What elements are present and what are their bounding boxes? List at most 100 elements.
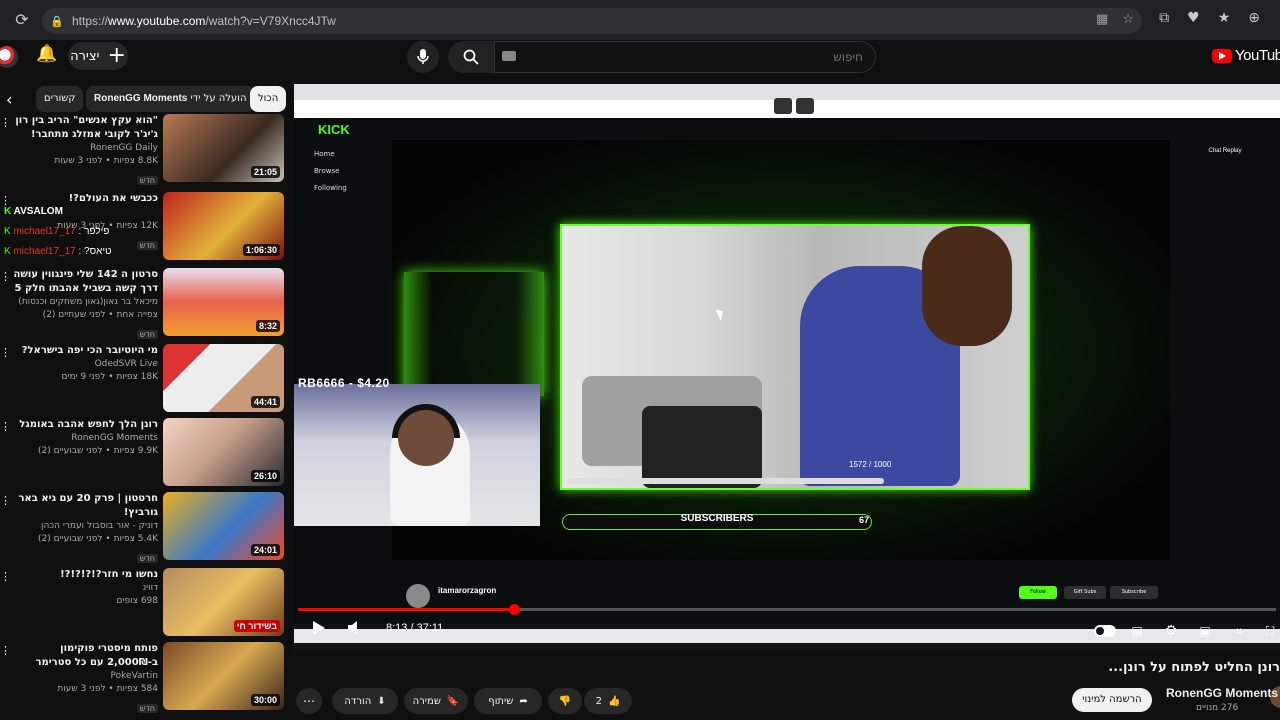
video-title[interactable]: סרטון ה 142 שלי פינגווין עושה דרך קשה בש… (10, 268, 158, 296)
more-options-icon[interactable]: ⋮ (0, 570, 11, 583)
chip-related[interactable]: קשורים (36, 86, 84, 112)
video-title[interactable]: מי היוטיובר הכי יפה בישראל? (10, 344, 158, 358)
address-bar[interactable]: 🔒 https://www.youtube.com/watch?v=V79Xnc… (42, 8, 1142, 34)
recommendation-item[interactable]: ⋮ רונן הלך לחפש אהבה באומגל RonenGG Mome… (0, 418, 290, 490)
channel-name[interactable]: PokeVartin (10, 670, 158, 683)
recommendation-item[interactable]: ⋮ נחשו מי חזר?!?!?!?! דווינ 698 צופים בש… (0, 568, 290, 640)
autoplay-toggle[interactable] (1094, 625, 1116, 637)
video-title[interactable]: רונן הלך לחפש אהבה באומגל (10, 418, 158, 432)
more-options-icon[interactable]: ⋮ (0, 644, 11, 657)
bookmark-star-icon[interactable]: ☆ (1122, 12, 1134, 27)
video-thumbnail[interactable]: בשידור חי (163, 568, 284, 636)
video-title[interactable]: ככבשי את העולם?! (10, 192, 158, 206)
recommendation-item[interactable]: ⋮ מי היוטיובר הכי יפה בישראל? OdedSVR Li… (0, 344, 290, 416)
dislike-button[interactable]: 👎 (548, 688, 582, 714)
share-label: שיתוף (488, 695, 514, 707)
save-button[interactable]: שמירה 🔖 (404, 688, 468, 714)
chat-replay-header: Chat Replay (1208, 148, 1242, 154)
chip-all[interactable]: הכול (250, 86, 287, 112)
video-thumbnail[interactable]: 30:00 (163, 642, 284, 710)
create-button[interactable]: יצירה + (68, 42, 128, 70)
more-options-icon[interactable]: ⋮ (0, 346, 11, 359)
more-options-icon[interactable]: ⋮ (0, 420, 11, 433)
subtitles-icon[interactable]: ▤ (1126, 620, 1148, 642)
channel-name[interactable]: RonenGG Moments (10, 432, 158, 445)
video-player[interactable]: KICK Home Browse Following 1572 / 1000 S… (294, 84, 1280, 652)
video-frame[interactable]: KICK Home Browse Following 1572 / 1000 S… (294, 84, 1280, 624)
chip-uploaded-by[interactable]: RonenGG Moments הועלה על ידי (86, 86, 255, 112)
camera-border (560, 224, 1030, 490)
new-badge: חדש (136, 241, 158, 250)
video-thumbnail[interactable]: 1:06:30 (163, 192, 284, 260)
recommendation-item[interactable]: ⋮ פותח מיסטרי פוקימון ב-2,000₪ עם כל סטר… (0, 642, 290, 714)
share-button[interactable]: שיתוף ➦ (474, 688, 542, 714)
notifications-bell-icon[interactable]: 🔔 (36, 44, 58, 68)
video-title[interactable]: חרטטון | פרק 20 עם גיא באר גורביץ! (10, 492, 159, 520)
channel-name[interactable]: OdedSVR Live (10, 358, 158, 371)
recommendation-item[interactable]: ⋮ סרטון ה 142 שלי פינגווין עושה דרך קשה … (0, 268, 290, 340)
donation-ticker: RB6666 - $4.20 (298, 376, 390, 390)
collections-icon[interactable]: ⊕ (1248, 10, 1260, 26)
video-thumbnail[interactable]: 24:01 (163, 492, 284, 560)
volume-button[interactable] (344, 620, 366, 642)
youtube-play-icon (1212, 48, 1232, 63)
miniplayer-button-icon[interactable]: ▣ (1194, 620, 1216, 642)
like-button[interactable]: 2 👍 (584, 688, 632, 714)
channel-name[interactable]: דוניק - אור בוסבול ועמרי הכהן (10, 520, 158, 533)
settings-gear-icon[interactable]: ⚙ (1160, 620, 1182, 642)
channel-name[interactable]: דווינ (10, 582, 158, 595)
overlay-chat-line: K michael17_17 : פילפר (4, 226, 110, 237)
video-stats: צפייה אחת • לפני שעתיים (2) (42, 310, 158, 320)
video-title[interactable]: נחשו מי חזר?!?!?!?! (10, 568, 158, 582)
inner-gift-button: Gift Subs (1064, 586, 1106, 599)
seek-bar[interactable] (298, 604, 1276, 615)
search-icon (463, 49, 479, 65)
cast-icon[interactable]: ⌗ (1228, 620, 1250, 642)
more-options-icon[interactable]: ⋮ (0, 116, 11, 129)
video-title[interactable]: "הוא עקץ אנשים" הריב בין רון ג'יג'ר לקוב… (10, 114, 158, 142)
channel-name[interactable]: מיכאל בר גאון(גאון משחקים וכנסות) (10, 296, 158, 309)
picture-in-picture-icon[interactable] (796, 98, 814, 114)
new-badge: חדש (136, 330, 158, 339)
chevron-left-icon[interactable]: ‹ (6, 90, 20, 109)
video-stats: 8.8K צפיות • לפני 3 שעות (54, 156, 158, 166)
fullscreen-icon[interactable]: ⛶ (1260, 620, 1280, 642)
video-thumbnail[interactable]: 44:41 (163, 344, 284, 412)
download-icon: ⬇ (377, 695, 386, 707)
miniplayer-icon[interactable] (774, 98, 792, 114)
account-avatar[interactable] (0, 46, 18, 68)
extensions-icon[interactable]: ⧉ (1159, 10, 1169, 26)
inner-follow-button: Follow (1019, 586, 1057, 599)
thumbs-down-icon: 👎 (558, 695, 572, 707)
more-options-icon[interactable]: ⋮ (0, 270, 11, 283)
video-stats: 698 צופים (116, 596, 158, 606)
more-actions-icon[interactable]: ⋯ (296, 688, 322, 714)
video-title[interactable]: פותח מיסטרי פוקימון ב-2,000₪ עם כל סטרימ… (10, 642, 158, 670)
download-button[interactable]: הורדה ⬇ (332, 688, 398, 714)
overlay-frame (404, 272, 544, 396)
more-options-icon[interactable]: ⋮ (0, 494, 11, 507)
thumbs-up-icon: 👍 (607, 695, 621, 707)
recommendation-item[interactable]: ⋮ חרטטון | פרק 20 עם גיא באר גורביץ! דונ… (0, 492, 290, 564)
video-thumbnail[interactable]: 26:10 (163, 418, 284, 486)
recommendation-item[interactable]: ⋮ "הוא עקץ אנשים" הריב בין רון ג'יג'ר לק… (0, 114, 290, 186)
site-info-icon[interactable]: 🔒 (42, 15, 72, 28)
owner-channel-name[interactable]: RonenGG Moments (1166, 686, 1278, 700)
performance-icon[interactable]: ♥ (1187, 10, 1200, 26)
video-thumbnail[interactable]: 8:32 (163, 268, 284, 336)
play-button[interactable] (308, 620, 330, 642)
plus-icon: + (107, 43, 126, 68)
live-badge: בשידור חי (233, 620, 280, 632)
voice-search-button[interactable] (407, 41, 439, 73)
apps-icon[interactable]: ▦ (1096, 12, 1108, 27)
search-button[interactable] (448, 41, 494, 73)
favorites-icon[interactable]: ★ (1218, 10, 1231, 26)
subscribe-button[interactable]: הרשמה למינוי (1072, 688, 1152, 712)
search-input[interactable] (494, 41, 876, 73)
reload-icon[interactable]: ⟳ (12, 10, 32, 30)
channel-name[interactable]: RonenGG Daily (10, 142, 158, 155)
youtube-logo[interactable]: YouTube (1212, 47, 1280, 64)
keyboard-icon[interactable] (502, 51, 516, 61)
kick-topbar (294, 118, 1280, 140)
video-thumbnail[interactable]: 21:05 (163, 114, 284, 182)
